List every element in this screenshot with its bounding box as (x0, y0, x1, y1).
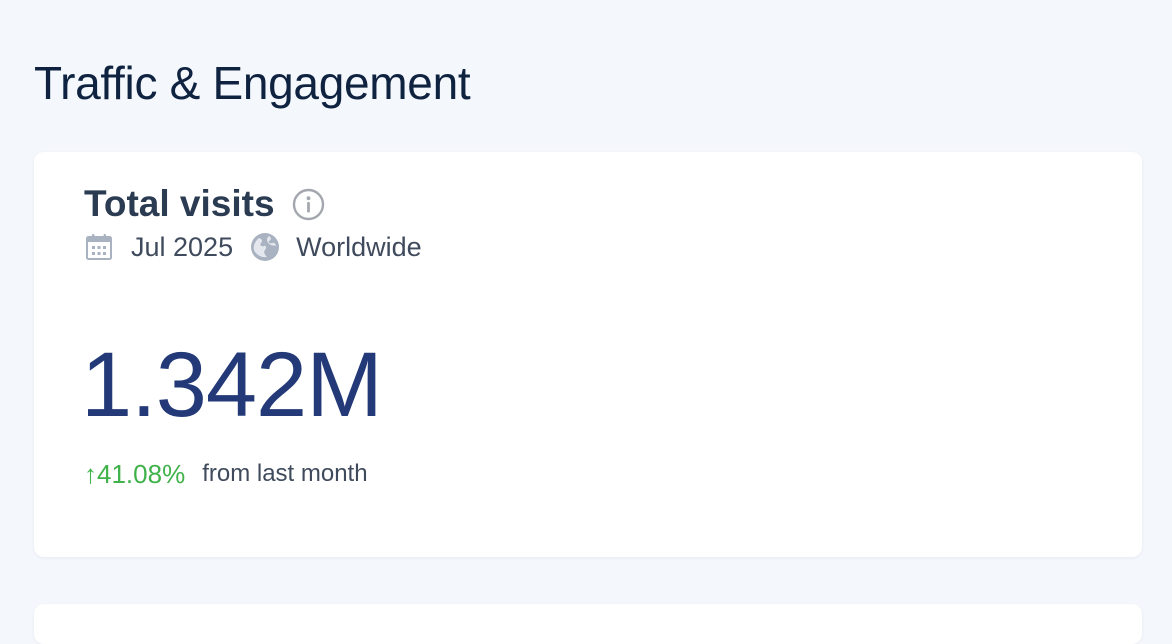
change-indicator: ↑ 41.08% from last month (84, 457, 368, 491)
next-card (34, 604, 1142, 644)
card-title: Total visits (84, 183, 275, 224)
geo-label: Worldwide (296, 231, 422, 262)
info-icon[interactable] (292, 188, 325, 221)
globe-icon (250, 232, 280, 262)
date-label: Jul 2025 (131, 231, 234, 262)
page-title: Traffic & Engagement (34, 57, 471, 109)
change-label: from last month (202, 460, 368, 487)
calendar-icon (84, 232, 114, 262)
card-meta: Jul 2025 Worldwide (84, 230, 422, 264)
total-visits-card: Total visits Jul 2025 Worldwide 1.342M ↑… (34, 152, 1142, 557)
total-visits-value: 1.342M (81, 334, 383, 436)
card-header: Total visits (84, 182, 325, 226)
arrow-up-icon: ↑ (84, 459, 97, 489)
change-percent: 41.08% (97, 459, 186, 489)
